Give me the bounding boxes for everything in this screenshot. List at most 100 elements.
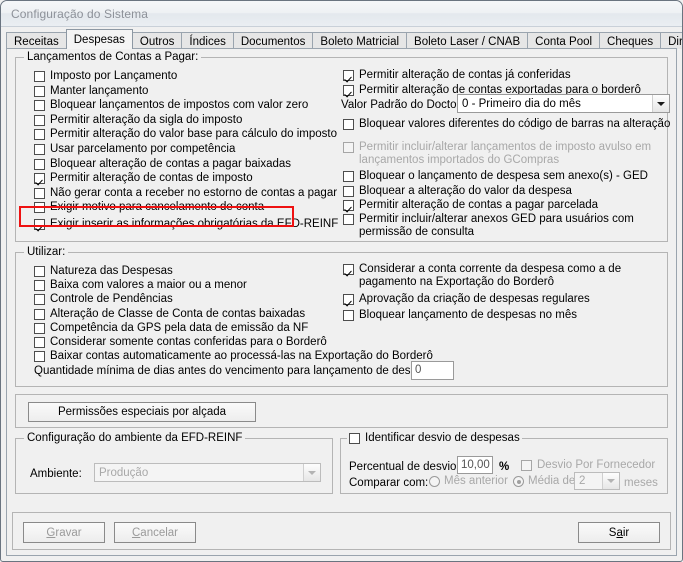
- media-meses-spinner[interactable]: 2: [574, 472, 620, 490]
- checkbox-permitir-alteracao-da-sigla-do-imposto[interactable]: Permitir alteração da sigla do imposto: [34, 114, 242, 127]
- gravar-button[interactable]: Gravar: [23, 522, 105, 543]
- tab-conta-pool[interactable]: Conta Pool: [527, 32, 601, 49]
- checkbox-box: [34, 202, 45, 214]
- checkbox-label: Exigir inserir as informações obrigatóri…: [50, 218, 339, 230]
- checkbox-label: Não gerar conta a receber no estorno de …: [50, 186, 338, 199]
- checkbox-anexos-ged-consulta[interactable]: Permitir incluir/alterar anexos GED para…: [343, 213, 663, 239]
- checkbox-bloquear-valores-codigo-barras[interactable]: Bloquear valores diferentes do código de…: [343, 118, 670, 131]
- tab-cheques[interactable]: Cheques: [599, 32, 662, 49]
- checkbox-label: Baixa com valores a maior ou a menor: [50, 279, 247, 292]
- cancelar-button[interactable]: Cancelar: [114, 522, 196, 543]
- checkbox-box: [349, 433, 360, 444]
- checkbox-bloquear-o-lancamento-de-despesa-sem-anexo-s-g[interactable]: Bloquear o lançamento de despesa sem ane…: [343, 170, 648, 183]
- checkbox-exigir-motivo-para-cancelamento-de-conta[interactable]: Exigir motivo para cancelamento de conta: [34, 201, 264, 214]
- sair-button[interactable]: Sair: [578, 522, 660, 543]
- checkbox-gcompras-imposto-avulso[interactable]: Permitir incluir/alterar lançamentos de …: [343, 141, 663, 167]
- checkbox-baixar-contas-automaticamente-ao-processa-las-[interactable]: Baixar contas automaticamente ao process…: [34, 350, 433, 363]
- checkbox-box: [34, 351, 45, 363]
- checkbox-label: Permitir incluir/alterar anexos GED para…: [359, 213, 634, 238]
- group-utilizar-legend: Utilizar:: [24, 246, 69, 258]
- checkbox-permitir-alteracao-de-contas-ja-conferidas[interactable]: Permitir alteração de contas já conferid…: [343, 69, 571, 82]
- tab-page-despesas: Lançamentos de Contas a Pagar: Imposto p…: [6, 48, 677, 556]
- checkbox-box: [34, 100, 45, 112]
- checkbox-bloquear-lancamento-de-despesas-no-mes[interactable]: Bloquear lançamento de despesas no mês: [343, 309, 577, 322]
- tab-documentos[interactable]: Documentos: [232, 32, 314, 49]
- tab-label: Índices: [189, 36, 226, 48]
- checkbox-considerar-somente-contas-conferidas-para-o-bo[interactable]: Considerar somente contas conferidas par…: [34, 336, 327, 349]
- tab-boleto-laser-cnab[interactable]: Boleto Laser / CNAB: [406, 32, 529, 49]
- valor-padrao-docto-value: 0 - Primeiro dia do mês: [462, 97, 581, 110]
- checkbox-box: [34, 219, 45, 230]
- tab-label: Cheques: [607, 36, 654, 48]
- ambiente-value: Produção: [99, 466, 149, 479]
- checkbox-label: Natureza das Despesas: [50, 265, 173, 277]
- radio-circle: [429, 476, 440, 487]
- checkbox-label: Permitir alteração da sigla do imposto: [50, 113, 243, 126]
- checkbox-label: Considerar a conta corrente da despesa c…: [359, 263, 622, 288]
- config-window: Configuração do Sistema Receitas Despesas…: [0, 0, 683, 562]
- checkbox-imposto-por-lancamento[interactable]: Imposto por Lançamento: [34, 70, 177, 83]
- checkbox-bloquear-alteracao-de-contas-a-pagar-baixadas[interactable]: Bloquear alteração de contas a pagar bai…: [34, 158, 291, 171]
- checkbox-aprovacao-da-criacao-de-despesas-regulares[interactable]: Aprovação da criação de despesas regular…: [343, 293, 590, 306]
- group-utilizar: Utilizar: Natureza das Despesas Baixa com…: [15, 246, 668, 387]
- checkbox-box: [34, 129, 45, 141]
- checkbox-label: Competência da GPS pela data de emissão …: [50, 321, 309, 334]
- checkbox-label: Bloquear o lançamento de despesa sem ane…: [359, 170, 648, 182]
- checkbox-usar-parcelamento-por-competencia[interactable]: Usar parcelamento por competência: [34, 143, 235, 156]
- checkbox-conta-corrente-despesa[interactable]: Considerar a conta corrente da despesa c…: [343, 263, 663, 289]
- checkbox-nao-gerar-conta-a-receber-no-estorno-de-contas[interactable]: Não gerar conta a receber no estorno de …: [34, 187, 337, 200]
- tab-indices[interactable]: Índices: [181, 32, 234, 49]
- checkbox-bloquear-a-alteracao-do-valor-da-despesa[interactable]: Bloquear a alteração do valor da despesa: [343, 185, 572, 198]
- tab-label: Despesas: [73, 34, 125, 46]
- tab-outros[interactable]: Outros: [131, 32, 183, 49]
- checkbox-bloquear-lancamentos-de-impostos-com-valor-zer[interactable]: Bloquear lançamentos de impostos com val…: [34, 99, 308, 112]
- checkbox-box: [34, 337, 45, 348]
- radio-media-de[interactable]: Média de: [513, 475, 575, 488]
- checkbox-label: Permitir incluir/alterar lançamentos de …: [359, 141, 652, 166]
- tab-label: Documentos: [240, 36, 306, 48]
- checkbox-competencia-da-gps-pela-data-de-emissao-da-nf[interactable]: Competência da GPS pela data de emissão …: [34, 322, 308, 335]
- quantidade-minima-dias-label: Quantidade mínima de dias antes do venci…: [34, 365, 439, 377]
- checkbox-label: Usar parcelamento por competência: [50, 143, 236, 155]
- checkbox-box: [34, 266, 45, 277]
- checkbox-label: Desvio Por Fornecedor: [537, 459, 656, 471]
- tab-label: Outros: [139, 36, 175, 48]
- checkbox-permitir-alteracao-de-contas-de-imposto[interactable]: Permitir alteração de contas de imposto: [34, 172, 253, 185]
- tab-despesas[interactable]: Despesas: [65, 29, 133, 49]
- chevron-down-icon[interactable]: [303, 464, 320, 481]
- media-meses-value: 2: [579, 475, 586, 487]
- checkbox-baixa-com-valores-a-maior-ou-a-menor[interactable]: Baixa com valores a maior ou a menor: [34, 279, 247, 292]
- checkbox-alteracao-de-classe-de-conta-de-contas-baixada[interactable]: Alteração de Classe de Conta de contas b…: [34, 308, 305, 321]
- percentual-desvio-input[interactable]: 10,00: [457, 456, 493, 474]
- chevron-down-icon[interactable]: [652, 95, 669, 112]
- permissoes-especiais-button[interactable]: Permissões especiais por alçada: [28, 402, 256, 422]
- checkbox-box: [34, 280, 45, 292]
- tab-boleto-matricial[interactable]: Boleto Matricial: [312, 32, 408, 49]
- checkbox-box: [343, 214, 354, 225]
- window-title: Configuração do Sistema: [11, 6, 149, 21]
- tab-diretorios[interactable]: Diretórios: [660, 32, 682, 49]
- radio-mes-anterior[interactable]: Mês anterior: [429, 475, 508, 488]
- checkbox-box: [343, 119, 354, 130]
- checkbox-controle-de-pendencias[interactable]: Controle de Pendências: [34, 293, 173, 306]
- window-titlebar: Configuração do Sistema: [1, 1, 682, 27]
- checkbox-label: Bloquear alteração de contas a pagar bai…: [50, 157, 292, 170]
- checkbox-desvio-por-fornecedor[interactable]: Desvio Por Fornecedor: [521, 459, 655, 472]
- chevron-down-icon[interactable]: [602, 473, 619, 489]
- checkbox-identificar-desvio[interactable]: Identificar desvio de despesas: [349, 432, 520, 445]
- checkbox-label: Bloquear a alteração do valor da despesa: [359, 184, 572, 197]
- checkbox-manter-lancamento[interactable]: Manter lançamento: [34, 85, 148, 98]
- valor-padrao-docto-combo[interactable]: 0 - Primeiro dia do mês: [457, 94, 670, 113]
- cancelar-label: Cancelar: [131, 526, 179, 539]
- checkbox-permitir-alteracao-de-contas-a-pagar-parcelada[interactable]: Permitir alteração de contas a pagar par…: [343, 199, 598, 212]
- tab-strip: Receitas Despesas Outros Índices Documentos B…: [6, 28, 682, 49]
- checkbox-exigir-inserir-as-informacoes-obrigatorias-da-[interactable]: Exigir inserir as informações obrigatóri…: [34, 218, 338, 231]
- tab-receitas[interactable]: Receitas: [6, 32, 67, 49]
- checkbox-natureza-das-despesas[interactable]: Natureza das Despesas: [34, 265, 173, 278]
- quantidade-minima-dias-input[interactable]: 0: [411, 361, 454, 380]
- checkbox-permitir-alteracao-do-valor-base-para-calculo-[interactable]: Permitir alteração do valor base para cá…: [34, 128, 337, 141]
- ambiente-combo[interactable]: Produção: [94, 463, 321, 482]
- percent-sign-label: %: [499, 461, 510, 473]
- checkbox-box: [34, 114, 45, 126]
- group-lancamentos-contas-pagar: Lançamentos de Contas a Pagar: Imposto p…: [15, 51, 670, 242]
